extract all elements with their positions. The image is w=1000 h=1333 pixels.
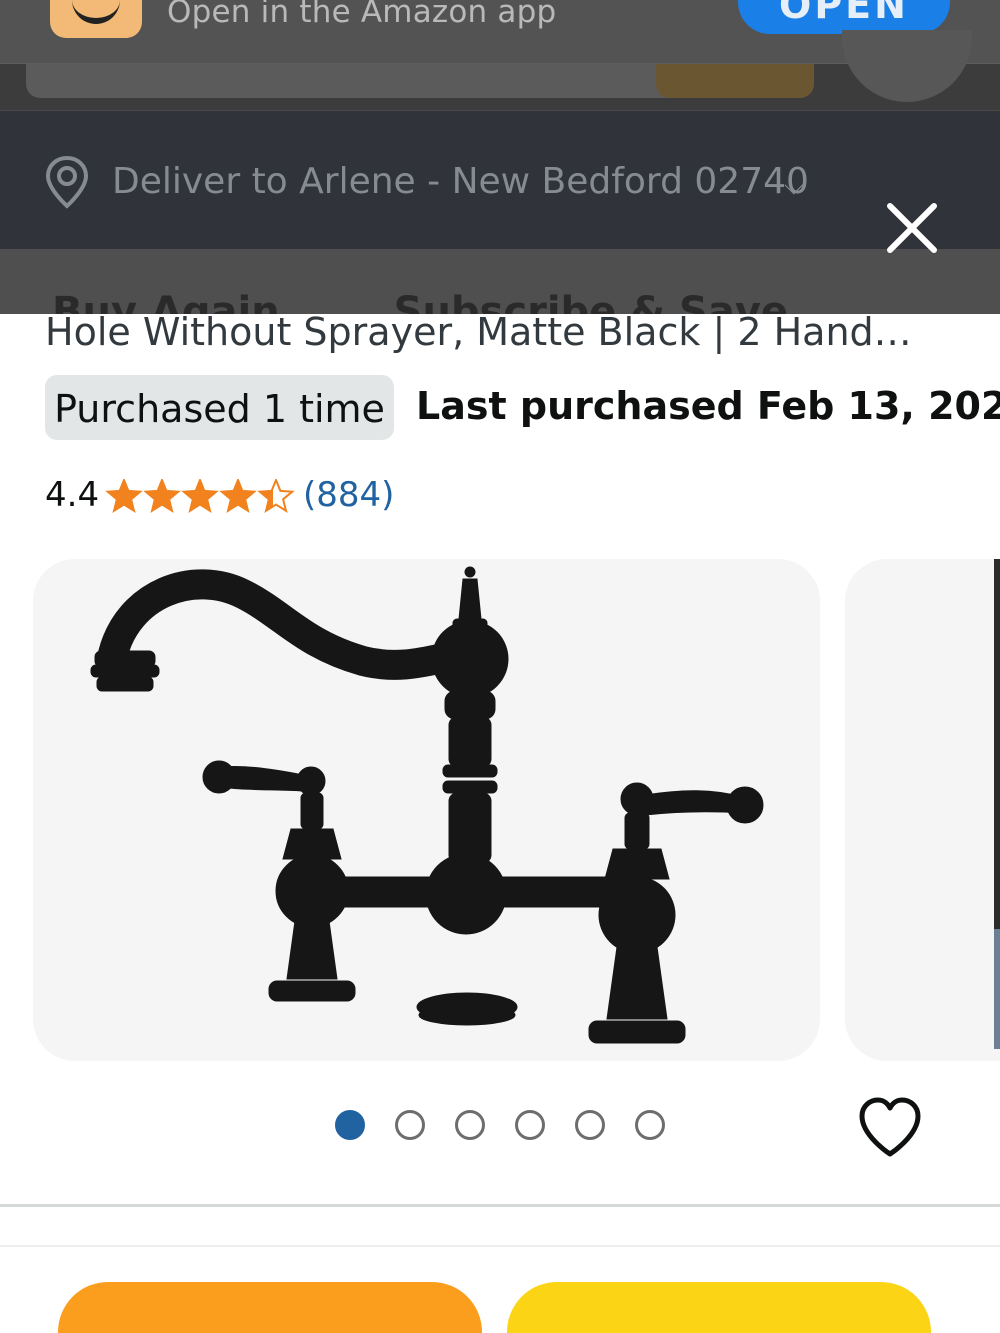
search-row <box>0 64 1000 110</box>
star-icon <box>105 479 143 513</box>
carousel-dot[interactable] <box>515 1110 545 1140</box>
open-app-button[interactable]: OPEN <box>738 0 950 34</box>
heart-icon[interactable] <box>856 1096 924 1160</box>
chevron-down-icon: ⌵ <box>784 171 804 201</box>
amazon-app-icon <box>50 0 142 38</box>
location-pin-icon <box>45 155 89 209</box>
section-divider <box>0 1204 1000 1207</box>
star-icon <box>257 479 295 513</box>
deliver-to-text: Deliver to Arlene - New Bedford 02740 <box>112 161 809 202</box>
star-icon <box>143 479 181 513</box>
section-divider-light <box>0 1245 1000 1247</box>
carousel-dot[interactable] <box>635 1110 665 1140</box>
next-product-image-peek[interactable] <box>845 559 1000 1061</box>
search-submit-button[interactable] <box>656 64 814 98</box>
star-icon <box>181 479 219 513</box>
faucet-image <box>90 566 764 1044</box>
delivery-location-bar[interactable]: Deliver to Arlene - New Bedford 02740 ⌵ <box>0 111 1000 249</box>
carousel-dot[interactable] <box>455 1110 485 1140</box>
carousel-dot[interactable] <box>395 1110 425 1140</box>
carousel-dot[interactable] <box>575 1110 605 1140</box>
purchased-count-badge: Purchased 1 time <box>45 375 394 440</box>
last-purchased-date: Last purchased Feb 13, 2023 <box>416 384 1000 428</box>
product-image[interactable] <box>33 559 820 1061</box>
sub-navigation: Buy Again Subscribe & Save <box>0 249 1000 314</box>
dimmed-header-area: Open in the Amazon app OPEN Deliver to A… <box>0 0 1000 314</box>
carousel-dot[interactable] <box>335 1110 365 1140</box>
star-icon <box>219 479 257 513</box>
star-rating <box>105 479 295 513</box>
rating-value: 4.4 <box>45 475 100 515</box>
review-count-link[interactable]: (884) <box>303 475 394 515</box>
app-banner-text: Open in the Amazon app <box>167 0 557 30</box>
close-icon[interactable] <box>884 200 940 256</box>
buy-now-button[interactable] <box>507 1282 931 1333</box>
add-to-cart-button[interactable] <box>58 1282 482 1333</box>
product-title[interactable]: Hole Without Sprayer, Matte Black | 2 Ha… <box>45 310 960 354</box>
